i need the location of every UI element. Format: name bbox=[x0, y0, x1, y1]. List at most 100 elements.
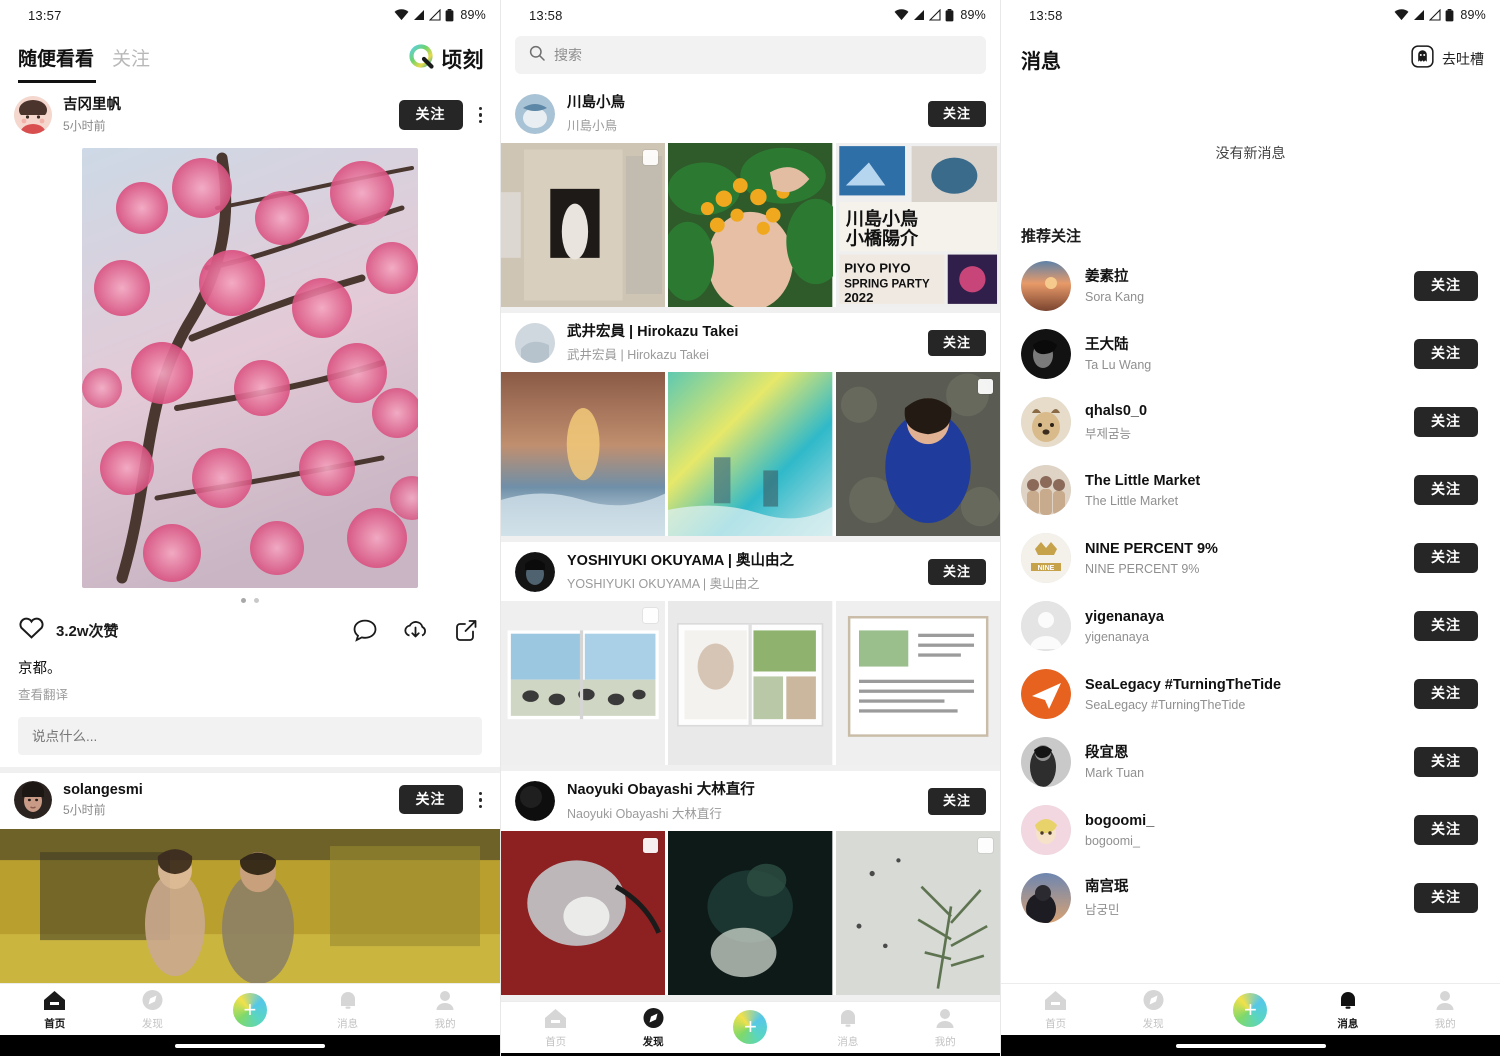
recommendation-identity[interactable]: 段宜恩 Mark Tuan bbox=[1021, 737, 1144, 787]
post-video-2[interactable] bbox=[0, 828, 500, 983]
recommendation-identity[interactable]: NINE NINE PERCENT 9% NINE PERCENT 9% bbox=[1021, 533, 1218, 583]
follow-button[interactable]: 关注 bbox=[1414, 271, 1478, 301]
comment-input[interactable] bbox=[18, 717, 482, 755]
recommendation-identity[interactable]: bogoomi_ bogoomi_ bbox=[1021, 805, 1154, 855]
follow-button[interactable]: 关注 bbox=[927, 100, 986, 128]
nav-item-discover[interactable]: 发现 bbox=[120, 989, 184, 1030]
list-item[interactable]: 姜素拉 Sora Kang 关注 bbox=[1001, 252, 1500, 320]
photo-thumb[interactable] bbox=[501, 372, 666, 537]
photo-thumb[interactable] bbox=[501, 601, 666, 766]
photo-thumb[interactable] bbox=[501, 830, 666, 995]
post-photo[interactable] bbox=[82, 148, 418, 588]
nav-item-create[interactable]: + bbox=[218, 992, 282, 1027]
recommendation-identity[interactable]: yigenanaya yigenanaya bbox=[1021, 601, 1164, 651]
screenshot-root: 13:57 89% 随便看看 关注 顷刻 吉冈里帆 5小时前 关注 3.2w次赞… bbox=[0, 0, 1500, 1056]
follow-button[interactable]: 关注 bbox=[1414, 611, 1478, 641]
artist-identity[interactable]: 武井宏員 | Hirokazu Takei 武井宏員 | Hirokazu Ta… bbox=[515, 323, 738, 364]
like-group[interactable]: 3.2w次赞 bbox=[18, 615, 119, 645]
follow-button[interactable]: 关注 bbox=[1414, 679, 1478, 709]
photo-thumb[interactable] bbox=[668, 601, 833, 766]
recommendation-name: 王大陆 bbox=[1085, 337, 1129, 354]
artist-photo-grid: 川島小鳥 小橋陽介 PIYO PIYO SPRING PARTY 2022 bbox=[501, 143, 1000, 308]
follow-button[interactable]: 关注 bbox=[1414, 475, 1478, 505]
nav-label-messages: 消息 bbox=[837, 1035, 859, 1048]
follow-button[interactable]: 关注 bbox=[927, 788, 986, 815]
list-item[interactable]: 段宜恩 Mark Tuan 关注 bbox=[1001, 728, 1500, 796]
comment-icon[interactable] bbox=[353, 619, 377, 642]
feedback-button[interactable]: 去吐槽 bbox=[1411, 45, 1484, 73]
recommendation-identity[interactable]: SeaLegacy #TurningTheTide SeaLegacy #Tur… bbox=[1021, 669, 1281, 719]
plus-icon[interactable]: + bbox=[232, 992, 267, 1027]
recommendation-identity[interactable]: 王大陆 Ta Lu Wang bbox=[1021, 329, 1151, 379]
photo-thumb[interactable] bbox=[668, 830, 833, 995]
gesture-bar bbox=[0, 1035, 500, 1056]
photo-thumb[interactable] bbox=[835, 601, 1000, 766]
view-translation-link[interactable]: 查看翻译 bbox=[18, 684, 482, 703]
artist-identity[interactable]: Naoyuki Obayashi 大林直行 Naoyuki Obayashi 大… bbox=[515, 781, 755, 822]
follow-button[interactable]: 关注 bbox=[1414, 883, 1478, 913]
post-author-2[interactable]: solangesmi 5小时前 bbox=[14, 780, 143, 819]
follow-button[interactable]: 关注 bbox=[1414, 407, 1478, 437]
svg-text:SPRING PARTY: SPRING PARTY bbox=[844, 279, 930, 291]
nav-item-profile[interactable]: 我的 bbox=[913, 1007, 977, 1048]
nav-item-messages[interactable]: 消息 bbox=[816, 1007, 880, 1048]
share-icon[interactable] bbox=[454, 619, 478, 642]
list-item[interactable]: 南宫珉 남궁민 关注 bbox=[1001, 864, 1500, 932]
nav-item-messages[interactable]: 消息 bbox=[1316, 989, 1380, 1030]
list-item[interactable]: yigenanaya yigenanaya 关注 bbox=[1001, 592, 1500, 660]
follow-button[interactable]: 关注 bbox=[1414, 543, 1478, 573]
recommendation-identity[interactable]: 南宫珉 남궁민 bbox=[1021, 873, 1129, 923]
photo-thumb[interactable] bbox=[668, 143, 833, 308]
plus-icon[interactable]: + bbox=[1233, 992, 1268, 1027]
more-vertical-icon[interactable] bbox=[477, 103, 485, 128]
photo-thumb[interactable]: 川島小鳥 小橋陽介 PIYO PIYO SPRING PARTY 2022 bbox=[835, 143, 1000, 308]
follow-button[interactable]: 关注 bbox=[927, 559, 986, 586]
nav-label-profile: 我的 bbox=[1434, 1018, 1456, 1031]
artist-identity[interactable]: YOSHIYUKI OKUYAMA | 奥山由之 YOSHIYUKI OKUYA… bbox=[515, 552, 794, 593]
recommendation-identity[interactable]: The Little Market The Little Market bbox=[1021, 465, 1200, 515]
list-item[interactable]: bogoomi_ bogoomi_ 关注 bbox=[1001, 796, 1500, 864]
pager-dot[interactable] bbox=[241, 598, 246, 603]
heart-icon[interactable] bbox=[18, 615, 45, 645]
artist-subtitle: 川島小鳥 bbox=[567, 119, 618, 134]
plus-icon[interactable]: + bbox=[733, 1010, 768, 1044]
photo-thumb[interactable] bbox=[835, 372, 1000, 537]
photo-thumb[interactable] bbox=[668, 372, 833, 537]
follow-button-2[interactable]: 关注 bbox=[398, 785, 463, 815]
nav-item-home[interactable]: 首页 bbox=[23, 989, 87, 1030]
follow-button[interactable]: 关注 bbox=[398, 100, 463, 130]
follow-button[interactable]: 关注 bbox=[1414, 339, 1478, 369]
nav-item-messages[interactable]: 消息 bbox=[316, 989, 380, 1030]
nav-item-discover[interactable]: 发现 bbox=[1121, 989, 1185, 1030]
list-item[interactable]: The Little Market The Little Market 关注 bbox=[1001, 456, 1500, 524]
photo-thumb[interactable] bbox=[501, 143, 666, 308]
post-author[interactable]: 吉冈里帆 5小时前 bbox=[14, 96, 121, 134]
nav-item-create[interactable]: + bbox=[718, 1010, 782, 1044]
artist-identity[interactable]: 川島小鳥 川島小鳥 bbox=[515, 94, 625, 135]
follow-button[interactable]: 关注 bbox=[1414, 815, 1478, 845]
recommendation-identity[interactable]: qhals0_0 부제굼능 bbox=[1021, 397, 1147, 447]
nav-item-create[interactable]: + bbox=[1218, 992, 1282, 1027]
list-item[interactable]: qhals0_0 부제굼능 关注 bbox=[1001, 388, 1500, 456]
nav-item-profile[interactable]: 我的 bbox=[413, 989, 477, 1030]
download-icon[interactable] bbox=[403, 619, 428, 642]
follow-button[interactable]: 关注 bbox=[927, 330, 986, 357]
list-item[interactable]: SeaLegacy #TurningTheTide SeaLegacy #Tur… bbox=[1001, 660, 1500, 728]
nav-item-profile[interactable]: 我的 bbox=[1413, 989, 1477, 1030]
tab-following[interactable]: 关注 bbox=[112, 44, 150, 75]
more-vertical-icon[interactable] bbox=[477, 788, 485, 813]
follow-button[interactable]: 关注 bbox=[1414, 747, 1478, 777]
list-item[interactable]: NINE NINE PERCENT 9% NINE PERCENT 9% 关注 bbox=[1001, 524, 1500, 592]
tab-browse[interactable]: 随便看看 bbox=[18, 44, 94, 75]
search-input[interactable]: 搜索 bbox=[515, 36, 986, 74]
recommendation-subtitle: NINE PERCENT 9% bbox=[1085, 561, 1200, 576]
nav-item-home[interactable]: 首页 bbox=[1024, 989, 1088, 1030]
nav-item-discover[interactable]: 发现 bbox=[621, 1007, 685, 1048]
recommendation-subtitle: bogoomi_ bbox=[1085, 833, 1140, 848]
photo-thumb[interactable] bbox=[835, 830, 1000, 995]
list-item[interactable]: 王大陆 Ta Lu Wang 关注 bbox=[1001, 320, 1500, 388]
post-timestamp: 5小时前 bbox=[63, 118, 106, 133]
nav-item-home[interactable]: 首页 bbox=[524, 1007, 588, 1048]
recommendation-identity[interactable]: 姜素拉 Sora Kang bbox=[1021, 261, 1144, 311]
pager-dot[interactable] bbox=[254, 598, 259, 603]
